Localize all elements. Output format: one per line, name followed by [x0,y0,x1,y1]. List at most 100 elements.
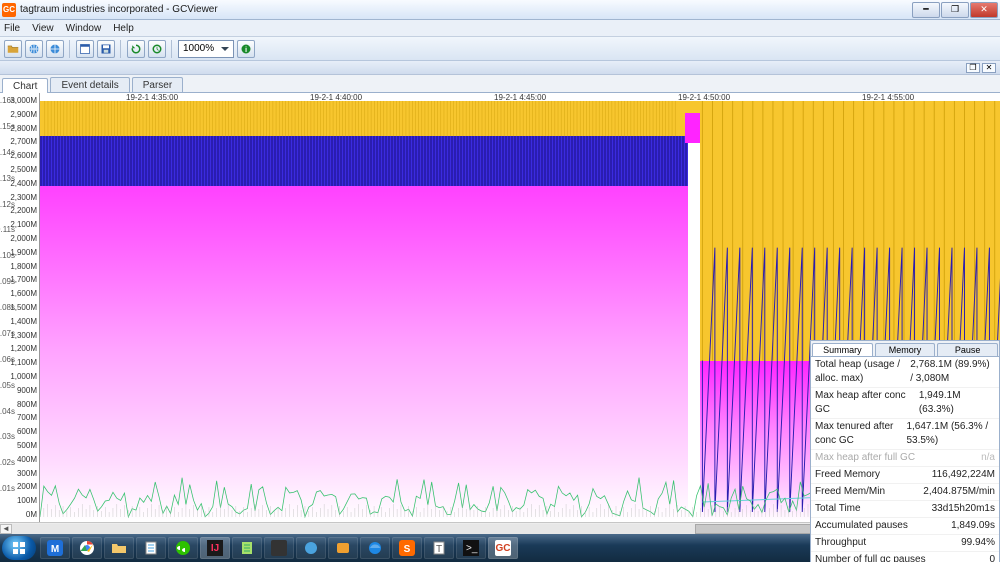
y-tick-m: 100M [17,497,37,505]
save-button[interactable] [97,40,115,58]
doc-close-button[interactable]: ✕ [982,63,996,73]
tab-chart[interactable]: Chart [2,78,48,93]
summary-value: n/a [981,451,995,465]
start-button[interactable] [2,536,36,560]
taskbar-app-notepadpp[interactable] [232,537,262,559]
summary-value: 1,849.09s [951,519,995,533]
y-tick-s: 0.05s [0,382,15,390]
y-tick-m: 200M [17,483,37,491]
summary-row: Total Time 33d15h20m1s [811,501,999,518]
y-tick-m: 900M [17,387,37,395]
taskbar-app-wechat[interactable] [168,537,198,559]
y-tick-m: 2,200M [10,207,37,215]
taskbar-app-control[interactable] [296,537,326,559]
y-tick-s: 0.03s [0,433,15,441]
y-tick-s: 0.12s [0,201,15,209]
y-tick-s: 0.13s [0,175,15,183]
open-url-button[interactable] [25,40,43,58]
y-tick-m: 2,900M [10,111,37,119]
taskbar-app-generic-1[interactable] [264,537,294,559]
export-button[interactable] [76,40,94,58]
y-tick-m: 0M [26,511,37,519]
app-icon: GC [2,3,16,17]
taskbar-app-chrome[interactable] [72,537,102,559]
view-tabs: Chart Event details Parser [0,75,1000,93]
titlebar: GC tagtraum industries incorporated - GC… [0,0,1000,20]
summary-key: Max heap after conc GC [815,389,919,417]
summary-panel: Summary Memory Pause Total heap (usage /… [810,340,1000,562]
menu-file[interactable]: File [4,23,20,34]
summary-row: Max heap after full GC n/a [811,450,999,467]
summary-value: 99.94% [961,536,995,550]
doc-restore-button[interactable]: ❐ [966,63,980,73]
summary-row: Max heap after conc GC1,949.1M (63.3%) [811,388,999,419]
summary-key: Max heap after full GC [815,451,915,465]
y-tick-s: 0.08s [0,304,15,312]
tab-parser[interactable]: Parser [132,77,183,92]
tab-pause[interactable]: Pause [937,343,998,356]
summary-key: Total Time [815,502,861,516]
summary-value: 0 [989,553,995,562]
content-area: 0M100M200M300M400M500M600M700M800M900M1,… [0,93,1000,534]
summary-value: 33d15h20m1s [932,502,995,516]
y-tick-s: 0.04s [0,408,15,416]
taskbar-app-gcviewer[interactable]: GC [488,537,518,559]
y-tick-m: 1,200M [10,345,37,353]
svg-text:T: T [436,544,442,555]
about-button[interactable]: i [237,40,255,58]
summary-key: Throughput [815,536,866,550]
summary-value: 116,492,224M [932,468,995,482]
y-tick-s: 0.09s [0,278,15,286]
y-tick-s: 0.11s [0,226,15,234]
taskbar-app-text[interactable]: T [424,537,454,559]
scroll-left-button[interactable]: ◄ [0,524,12,534]
summary-value: 1,949.1M (63.3%) [919,389,995,417]
svg-text:M: M [51,544,59,555]
menu-view[interactable]: View [32,23,54,34]
y-tick-s: 0.15s [0,123,15,131]
y-tick-s: 0.10s [0,252,15,260]
summary-value: 2,768.1M (89.9%) / 3,080M [910,358,995,386]
recent-button[interactable] [46,40,64,58]
refresh-button[interactable] [127,40,145,58]
taskbar-app-sogou[interactable]: S [392,537,422,559]
tab-event-details[interactable]: Event details [50,77,129,92]
close-button[interactable]: ✕ [970,2,998,18]
summary-key: Total heap (usage / alloc. max) [815,358,910,386]
y-tick-s: 0.16s [0,97,15,105]
menu-window[interactable]: Window [66,23,102,34]
summary-row: Throughput 99.94% [811,535,999,552]
menubar: File View Window Help [0,20,1000,37]
svg-text:S: S [404,544,411,555]
taskbar-app-notepad[interactable] [136,537,166,559]
summary-rows: Total heap (usage / alloc. max)2,768.1M … [811,357,999,562]
tab-memory[interactable]: Memory [875,343,936,356]
watch-button[interactable] [148,40,166,58]
zoom-select[interactable]: 1000% [178,40,234,58]
y-tick-m: 2,700M [10,138,37,146]
maximize-button[interactable]: ❐ [941,2,969,18]
tab-summary[interactable]: Summary [812,343,873,356]
open-file-button[interactable] [4,40,22,58]
menu-help[interactable]: Help [113,23,134,34]
y-tick-m: 500M [17,442,37,450]
taskbar-app-maxthon[interactable]: M [40,537,70,559]
taskbar-app-terminal[interactable]: >_ [456,537,486,559]
taskbar-app-explorer[interactable] [104,537,134,559]
y-tick-m: 2,000M [10,235,37,243]
y-tick-s: 0.02s [0,459,15,467]
window-title: tagtraum industries incorporated - GCVie… [20,4,911,15]
summary-key: Freed Memory [815,468,880,482]
y-tick-s: 0.01s [0,485,15,493]
minimize-button[interactable]: ━ [912,2,940,18]
summary-row: Number of full gc pauses0 [811,552,999,562]
taskbar-app-intellij[interactable]: IJ [200,537,230,559]
y-tick-s: 0.06s [0,356,15,364]
summary-row: Freed Mem/Min2,404.875M/min [811,484,999,501]
toolbar: 1000% i [0,37,1000,61]
svg-text:>_: >_ [466,543,478,554]
taskbar-app-ie[interactable] [360,537,390,559]
taskbar-app-navicat[interactable] [328,537,358,559]
svg-text:i: i [245,45,247,54]
y-tick-s: 0.07s [0,330,15,338]
